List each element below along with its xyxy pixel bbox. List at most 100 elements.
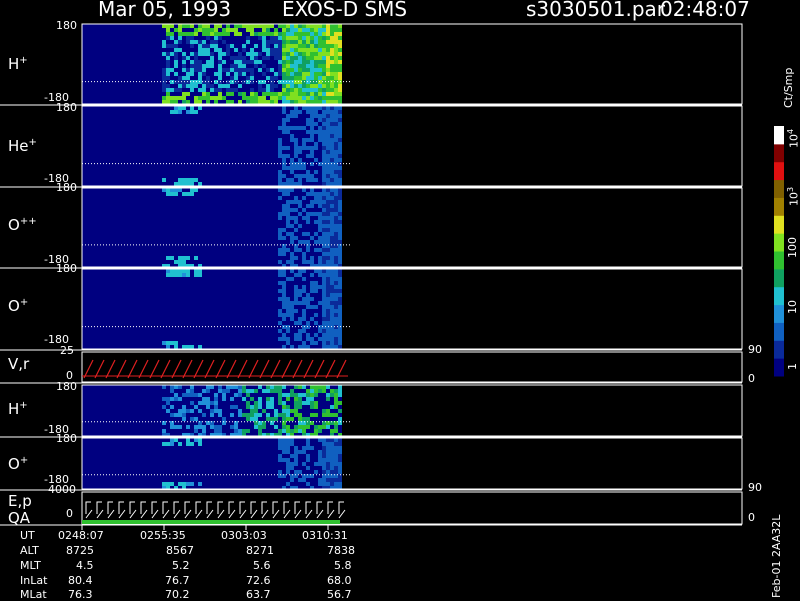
heatmap-cell: [330, 256, 334, 260]
heatmap-cell: [198, 96, 202, 100]
heatmap-cell: [234, 345, 238, 349]
heatmap-cell: [242, 248, 246, 252]
heatmap-cell: [182, 44, 186, 48]
heatmap-cell: [162, 110, 166, 114]
heatmap-cell: [174, 174, 178, 178]
heatmap-cell: [258, 56, 262, 60]
heatmap-cell: [202, 248, 206, 252]
heatmap-cell: [154, 313, 158, 317]
heatmap-cell: [114, 252, 118, 256]
heatmap-cell: [202, 126, 206, 130]
heatmap-cell: [254, 269, 258, 273]
heatmap-cell: [330, 146, 334, 150]
heatmap-cell: [326, 256, 330, 260]
heatmap-cell: [142, 277, 146, 281]
heatmap-cell: [190, 114, 194, 118]
heatmap-cell: [334, 150, 338, 154]
heatmap-cell: [298, 260, 302, 264]
heatmap-cell: [282, 196, 286, 200]
heatmap-cell: [222, 309, 226, 313]
heatmap-cell: [178, 313, 182, 317]
heatmap-cell: [94, 297, 98, 301]
heatmap-cell: [206, 28, 210, 32]
heatmap-cell: [142, 76, 146, 80]
heatmap-cell: [258, 32, 262, 36]
heatmap-cell: [138, 293, 142, 297]
heatmap-cell: [126, 40, 130, 44]
heatmap-cell: [326, 134, 330, 138]
heatmap-cell: [250, 76, 254, 80]
heatmap-cell: [234, 126, 238, 130]
heatmap-cell: [114, 228, 118, 232]
heatmap-cell: [106, 188, 110, 192]
heatmap-cell: [250, 44, 254, 48]
heatmap-cell: [182, 174, 186, 178]
heatmap-cell: [154, 321, 158, 325]
heatmap-cell: [290, 200, 294, 204]
heatmap-cell: [262, 166, 266, 170]
heatmap-cell: [154, 240, 158, 244]
heatmap-cell: [94, 44, 98, 48]
heatmap-cell: [266, 248, 270, 252]
heatmap-cell: [270, 256, 274, 260]
heatmap-cell: [238, 252, 242, 256]
heatmap-cell: [258, 256, 262, 260]
heatmap-cell: [130, 317, 134, 321]
heatmap-cell: [254, 96, 258, 100]
heatmap-cell: [182, 92, 186, 96]
heatmap-cell: [282, 182, 286, 186]
heatmap-cell: [334, 64, 338, 68]
heatmap-cell: [86, 252, 90, 256]
heatmap-cell: [250, 28, 254, 32]
heatmap-cell: [194, 134, 198, 138]
heatmap-cell: [298, 240, 302, 244]
heatmap-cell: [126, 48, 130, 52]
heatmap-cell: [130, 24, 134, 28]
heatmap-cell: [110, 100, 114, 104]
heatmap-cell: [250, 293, 254, 297]
heatmap-cell: [242, 64, 246, 68]
heatmap-cell: [194, 122, 198, 126]
heatmap-cell: [250, 345, 254, 349]
heatmap-cell: [258, 182, 262, 186]
heatmap-cell: [142, 138, 146, 142]
heatmap-cell: [262, 122, 266, 126]
heatmap-cell: [306, 72, 310, 76]
heatmap-cell: [182, 313, 186, 317]
heatmap-cell: [190, 110, 194, 114]
heatmap-cell: [242, 281, 246, 285]
heatmap-cell: [250, 317, 254, 321]
heatmap-cell: [218, 321, 222, 325]
heatmap-cell: [190, 36, 194, 40]
heatmap-cell: [310, 110, 314, 114]
heatmap-cell: [166, 293, 170, 297]
heatmap-cell: [310, 88, 314, 92]
heatmap-cell: [126, 28, 130, 32]
heatmap-cell: [330, 72, 334, 76]
heatmap-cell: [274, 122, 278, 126]
heatmap-cell: [238, 88, 242, 92]
heatmap-cell: [318, 36, 322, 40]
heatmap-cell: [130, 216, 134, 220]
heatmap-cell: [130, 122, 134, 126]
heatmap-cell: [194, 192, 198, 196]
heatmap-cell: [110, 48, 114, 52]
heatmap-cell: [98, 142, 102, 146]
heatmap-cell: [278, 301, 282, 305]
heatmap-cell: [230, 118, 234, 122]
heatmap-cell: [138, 92, 142, 96]
heatmap-cell: [242, 114, 246, 118]
heatmap-cell: [162, 216, 166, 220]
heatmap-cell: [298, 32, 302, 36]
heatmap-cell: [90, 289, 94, 293]
heatmap-cell: [178, 68, 182, 72]
heatmap-cell: [290, 212, 294, 216]
heatmap-cell: [338, 36, 342, 40]
heatmap-cell: [242, 100, 246, 104]
heatmap-cell: [134, 273, 138, 277]
spectrogram-plot: [0, 0, 800, 600]
heatmap-cell: [130, 36, 134, 40]
heatmap-cell: [174, 52, 178, 56]
heatmap-cell: [82, 56, 86, 60]
heatmap-cell: [206, 321, 210, 325]
